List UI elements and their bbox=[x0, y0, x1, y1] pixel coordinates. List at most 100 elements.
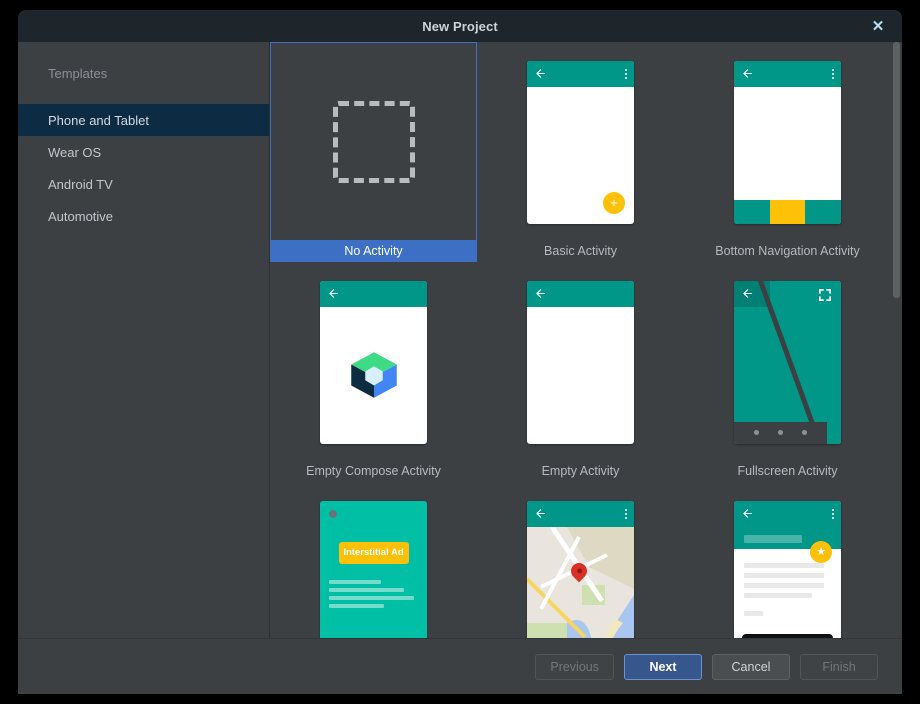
placeholder-line bbox=[329, 580, 381, 584]
app-bar bbox=[527, 501, 634, 527]
interstitial-ad-preview: Interstitial Ad bbox=[320, 501, 427, 639]
app-bar bbox=[527, 61, 634, 87]
header-placeholder-bar bbox=[744, 535, 802, 543]
template-thumbnail: + bbox=[477, 42, 684, 240]
phone-mockup: + bbox=[527, 61, 634, 224]
placeholder-line bbox=[329, 588, 404, 592]
sidebar-item-label: Android TV bbox=[48, 177, 113, 192]
sidebar-item-phone-and-tablet[interactable]: Phone and Tablet bbox=[18, 104, 269, 136]
sidebar-header: Templates bbox=[18, 42, 269, 104]
back-arrow-icon bbox=[534, 287, 547, 300]
bottom-navigation-bar bbox=[734, 200, 841, 224]
templates-grid: No Activity bbox=[270, 42, 902, 638]
sidebar-item-label: Wear OS bbox=[48, 145, 101, 160]
overflow-menu-icon bbox=[832, 509, 834, 519]
map-graphic bbox=[527, 527, 634, 639]
star-floating-action-button: ★ bbox=[810, 541, 832, 563]
finish-button[interactable]: Finish bbox=[800, 654, 878, 680]
placeholder-line bbox=[744, 563, 824, 568]
back-arrow-icon bbox=[741, 287, 754, 300]
template-label: Fullscreen Activity bbox=[684, 460, 891, 482]
template-label: Basic Activity bbox=[477, 240, 684, 262]
template-thumbnail bbox=[684, 42, 891, 240]
next-button[interactable]: Next bbox=[624, 654, 702, 680]
template-thumbnail bbox=[270, 262, 477, 460]
phone-mockup bbox=[527, 281, 634, 444]
app-bar bbox=[527, 281, 634, 307]
placeholder-line bbox=[744, 593, 812, 598]
template-card-empty-compose-activity[interactable]: Empty Compose Activity bbox=[270, 262, 477, 482]
templates-sidebar: Templates Phone and Tablet Wear OS Andro… bbox=[18, 42, 270, 638]
template-label: Empty Compose Activity bbox=[270, 460, 477, 482]
dialog-title: New Project bbox=[422, 19, 498, 34]
bottom-nav-item-active bbox=[770, 200, 806, 224]
template-thumbnail bbox=[270, 42, 477, 240]
google-pay-button[interactable]: Pay bbox=[742, 634, 833, 639]
overflow-menu-icon bbox=[625, 69, 627, 79]
phone-mockup bbox=[320, 281, 427, 444]
template-card-empty-activity[interactable]: Empty Activity bbox=[477, 262, 684, 482]
template-card-basic-activity[interactable]: + Basic Activity bbox=[477, 42, 684, 262]
scrollbar-thumb[interactable] bbox=[893, 42, 900, 298]
back-arrow-icon bbox=[741, 507, 754, 520]
placeholder-line bbox=[744, 611, 763, 616]
previous-button[interactable]: Previous bbox=[535, 654, 614, 680]
new-project-dialog: New Project ✕ Templates Phone and Tablet… bbox=[18, 10, 902, 694]
dialog-titlebar: New Project ✕ bbox=[18, 10, 902, 42]
overflow-menu-icon bbox=[832, 69, 834, 79]
template-label: Bottom Navigation Activity bbox=[684, 240, 891, 262]
template-thumbnail bbox=[477, 262, 684, 460]
sidebar-item-android-tv[interactable]: Android TV bbox=[18, 168, 269, 200]
phone-mockup bbox=[527, 501, 634, 639]
app-bar-row bbox=[734, 501, 841, 527]
bottom-nav-item bbox=[805, 200, 841, 224]
bottom-nav-item bbox=[734, 200, 770, 224]
sidebar-item-automotive[interactable]: Automotive bbox=[18, 200, 269, 232]
placeholder-line bbox=[329, 596, 414, 600]
templates-scrollbar[interactable] bbox=[891, 42, 902, 638]
placeholder-lines bbox=[329, 580, 418, 608]
placeholder-line bbox=[744, 573, 824, 578]
fullscreen-preview bbox=[734, 281, 841, 444]
dot bbox=[754, 430, 759, 435]
fullscreen-expand-icon bbox=[817, 287, 833, 303]
template-thumbnail bbox=[684, 262, 891, 460]
template-card-google-pay-activity[interactable]: ★ bbox=[684, 482, 891, 638]
template-card-bottom-navigation-activity[interactable]: Bottom Navigation Activity bbox=[684, 42, 891, 262]
app-bar bbox=[320, 281, 427, 307]
back-arrow-icon bbox=[741, 67, 754, 80]
phone-mockup: ★ bbox=[734, 501, 841, 639]
templates-grid-pane: No Activity bbox=[270, 42, 902, 638]
map-preview bbox=[527, 527, 634, 639]
cancel-button[interactable]: Cancel bbox=[712, 654, 790, 680]
sidebar-item-label: Phone and Tablet bbox=[48, 113, 149, 128]
template-thumbnail: Interstitial Ad bbox=[270, 482, 477, 638]
app-bar bbox=[734, 61, 841, 87]
sidebar-item-wear-os[interactable]: Wear OS bbox=[18, 136, 269, 168]
placeholder-line bbox=[329, 604, 384, 608]
template-thumbnail: ★ bbox=[684, 482, 891, 638]
overflow-menu-icon bbox=[625, 509, 627, 519]
floating-action-button: + bbox=[603, 192, 625, 214]
template-thumbnail bbox=[477, 482, 684, 638]
status-dot-icon bbox=[329, 510, 337, 518]
template-card-google-maps-activity[interactable] bbox=[477, 482, 684, 638]
phone-mockup bbox=[734, 61, 841, 224]
phone-mockup: Interstitial Ad bbox=[320, 501, 427, 639]
placeholder-line bbox=[744, 583, 824, 588]
close-icon[interactable]: ✕ bbox=[860, 10, 896, 42]
back-arrow-icon bbox=[534, 67, 547, 80]
back-arrow-icon bbox=[534, 507, 547, 520]
template-card-google-admob-ads-activity[interactable]: Interstitial Ad bbox=[270, 482, 477, 638]
page-indicator-dots bbox=[734, 422, 827, 444]
dialog-footer: Previous Next Cancel Finish bbox=[18, 638, 902, 694]
template-card-fullscreen-activity[interactable]: Fullscreen Activity bbox=[684, 262, 891, 482]
dot bbox=[778, 430, 783, 435]
template-label: Empty Activity bbox=[477, 460, 684, 482]
interstitial-ad-badge: Interstitial Ad bbox=[339, 542, 409, 564]
back-arrow-icon bbox=[327, 287, 340, 300]
dot bbox=[802, 430, 807, 435]
template-label: No Activity bbox=[270, 240, 477, 262]
templates-grid-scroll: No Activity bbox=[270, 42, 902, 638]
template-card-no-activity[interactable]: No Activity bbox=[270, 42, 477, 262]
